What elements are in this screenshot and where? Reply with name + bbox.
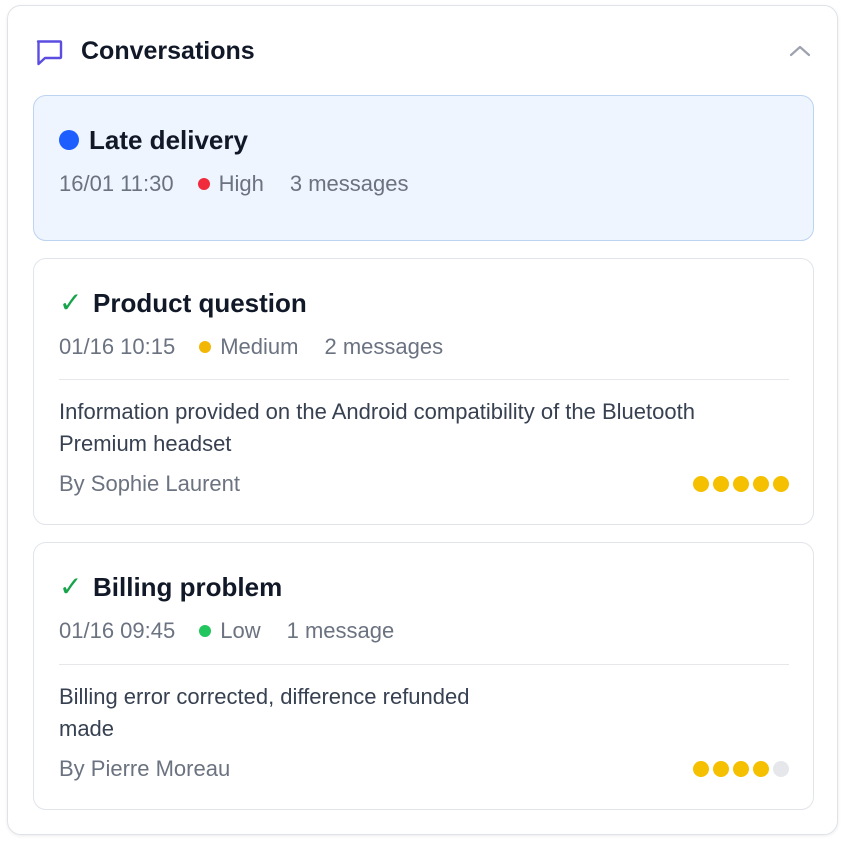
- priority-dot-icon: [199, 341, 212, 353]
- conversation-card[interactable]: ✓ Billing problem 01/16 09:45 Low 1 mess…: [33, 542, 814, 810]
- satisfaction-rating: [693, 476, 789, 492]
- rating-dot-empty-icon: [773, 761, 789, 777]
- message-count: 2 messages: [324, 334, 444, 359]
- rating-dot-filled-icon: [693, 761, 709, 777]
- rating-dot-filled-icon: [713, 476, 729, 492]
- priority-label: High: [218, 171, 264, 196]
- conversation-date: 01/16 10:15: [59, 334, 176, 359]
- priority-dot-icon: [197, 178, 210, 190]
- chat-bubble-icon: [36, 40, 63, 66]
- rating-dot-filled-icon: [773, 476, 789, 492]
- collapse-button[interactable]: [785, 36, 815, 66]
- priority-label: Low: [220, 618, 261, 643]
- rating-dot-filled-icon: [733, 761, 749, 777]
- rating-dot-filled-icon: [753, 476, 769, 492]
- checkmark-icon: ✓: [59, 571, 83, 602]
- panel-header[interactable]: Conversations: [8, 6, 837, 94]
- conversation-title: Billing problem: [93, 572, 283, 602]
- conversation-title: Late delivery: [89, 125, 248, 155]
- rating-dot-filled-icon: [713, 761, 729, 777]
- satisfaction-rating: [693, 761, 789, 777]
- conversations-panel: Conversations Late delivery 16/01 11:30 …: [7, 5, 838, 835]
- chevron-up-icon: [789, 45, 811, 57]
- message-count: 1 message: [286, 618, 395, 643]
- priority-dot-icon: [199, 625, 212, 637]
- conversation-summary: Information provided on the Android comp…: [59, 399, 695, 456]
- conversation-card[interactable]: Late delivery 16/01 11:30 High 3 message…: [33, 95, 814, 241]
- priority-label: Medium: [220, 334, 299, 359]
- panel-title: Conversations: [81, 37, 255, 65]
- conversation-author: By Sophie Laurent: [59, 471, 241, 496]
- rating-dot-filled-icon: [733, 476, 749, 492]
- rating-dot-filled-icon: [753, 761, 769, 777]
- conversation-author: By Pierre Moreau: [59, 756, 231, 781]
- conversation-card[interactable]: ✓ Product question 01/16 10:15 Medium 2 …: [33, 258, 814, 525]
- blue-dot-icon: [59, 130, 79, 150]
- checkmark-icon: ✓: [59, 287, 83, 318]
- divider: [59, 664, 789, 665]
- message-count: 3 messages: [289, 171, 409, 196]
- conversation-date: 16/01 11:30: [59, 171, 174, 196]
- rating-dot-filled-icon: [693, 476, 709, 492]
- conversation-summary: Billing error corrected, difference refu…: [59, 684, 470, 741]
- divider: [59, 379, 789, 380]
- conversation-title: Product question: [93, 288, 307, 318]
- conversation-date: 01/16 09:45: [59, 618, 176, 643]
